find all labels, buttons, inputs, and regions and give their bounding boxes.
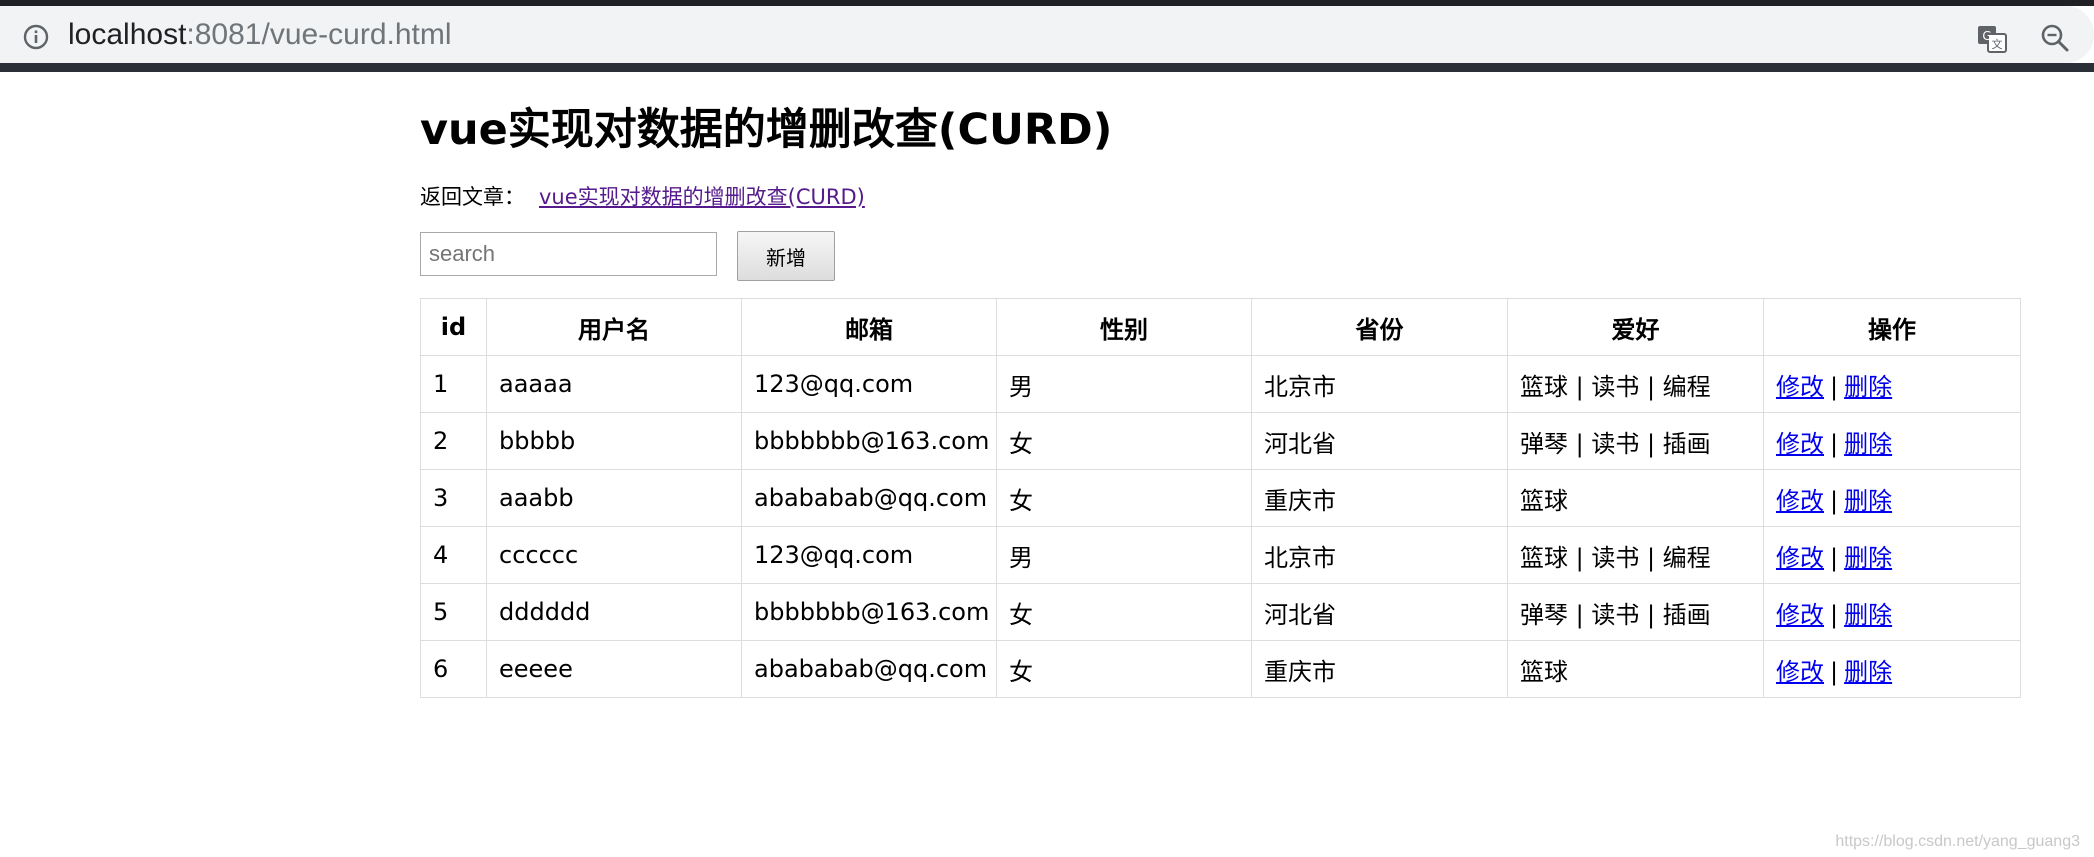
delete-link[interactable]: 删除 (1844, 487, 1892, 515)
cell-operations: 修改 | 删除 (1763, 412, 2021, 470)
table-row: 4 cccccc 123@qq.com 男北京市 篮球 | 读书 | 编程 修改 | 删除 (420, 526, 2021, 584)
op-separator: | (1830, 600, 1839, 629)
cell-id: 4 (420, 526, 487, 584)
header-hobbies: 爱好 (1507, 298, 1764, 356)
cell-hobbies: 弹琴 | 读书 | 插画 (1507, 412, 1764, 470)
cell-email: 123@qq.com (741, 526, 997, 584)
cell-province: 河北省 (1251, 583, 1508, 641)
header-gender: 性别 (996, 298, 1252, 356)
user-table: id 用户名 邮箱 性别 省份 爱好 操作 1 aaaaa 123@qq.com 男北… (420, 298, 2021, 698)
zoom-out-icon[interactable] (2040, 23, 2070, 53)
cell-email: 123@qq.com (741, 355, 997, 413)
cell-id: 6 (420, 640, 487, 698)
header-id: id (420, 298, 487, 356)
table-row: 1 aaaaa 123@qq.com 男北京市 篮球 | 读书 | 编程 修改 | 删除 (420, 355, 2021, 413)
cell-gender: 女 (996, 583, 1252, 641)
cell-province: 北京市 (1251, 355, 1508, 413)
delete-link[interactable]: 删除 (1844, 658, 1892, 686)
header-province: 省份 (1251, 298, 1508, 356)
cell-email: bbbbbbb@163.com (741, 412, 997, 470)
cell-hobbies: 篮球 | 读书 | 编程 (1507, 355, 1764, 413)
cell-province: 河北省 (1251, 412, 1508, 470)
cell-province: 重庆市 (1251, 640, 1508, 698)
cell-gender: 女 (996, 469, 1252, 527)
delete-link[interactable]: 删除 (1844, 373, 1892, 401)
table-row: 6 eeeee abababab@qq.com 女重庆市 篮球 修改 | 删除 (420, 640, 2021, 698)
edit-link[interactable]: 修改 (1776, 544, 1824, 572)
cell-id: 5 (420, 583, 487, 641)
cell-email: abababab@qq.com (741, 640, 997, 698)
op-separator: | (1830, 486, 1839, 515)
cell-id: 3 (420, 469, 487, 527)
cell-username: cccccc (486, 526, 742, 584)
table-row: 2 bbbbb bbbbbbb@163.com 女河北省 弹琴 | 读书 | 插画 修改 |… (420, 412, 2021, 470)
add-button[interactable]: 新增 (737, 231, 835, 281)
cell-hobbies: 弹琴 | 读书 | 插画 (1507, 583, 1764, 641)
cell-operations: 修改 | 删除 (1763, 640, 2021, 698)
table-row: 3 aaabb abababab@qq.com 女重庆市 篮球 修改 | 删除 (420, 469, 2021, 527)
op-separator: | (1830, 429, 1839, 458)
cell-id: 1 (420, 355, 487, 413)
cell-hobbies: 篮球 (1507, 640, 1764, 698)
watermark: https://blog.csdn.net/yang_guang3 (1835, 833, 2080, 850)
table-row: 5 dddddd bbbbbbb@163.com 女河北省 弹琴 | 读书 | 插画 修改… (420, 583, 2021, 641)
edit-link[interactable]: 修改 (1776, 658, 1824, 686)
info-icon[interactable] (22, 23, 50, 51)
cell-gender: 男 (996, 526, 1252, 584)
back-to-article-row: 返回文章： vue实现对数据的增删改查(CURD) (420, 182, 865, 212)
cell-username: eeeee (486, 640, 742, 698)
cell-province: 北京市 (1251, 526, 1508, 584)
cell-operations: 修改 | 删除 (1763, 469, 2021, 527)
cell-email: abababab@qq.com (741, 469, 997, 527)
cell-username: bbbbb (486, 412, 742, 470)
translate-icon[interactable]: G 文 (1976, 23, 2008, 55)
cell-operations: 修改 | 删除 (1763, 526, 2021, 584)
cell-gender: 女 (996, 640, 1252, 698)
cell-operations: 修改 | 删除 (1763, 583, 2021, 641)
cell-email: bbbbbbb@163.com (741, 583, 997, 641)
edit-link[interactable]: 修改 (1776, 373, 1824, 401)
cell-username: dddddd (486, 583, 742, 641)
header-email: 邮箱 (741, 298, 997, 356)
table-header-row: id 用户名 邮箱 性别 省份 爱好 操作 (420, 298, 2021, 356)
cell-gender: 女 (996, 412, 1252, 470)
back-label: 返回文章： (420, 185, 525, 209)
cell-username: aaabb (486, 469, 742, 527)
header-username: 用户名 (486, 298, 742, 356)
cell-gender: 男 (996, 355, 1252, 413)
cell-id: 2 (420, 412, 487, 470)
op-separator: | (1830, 372, 1839, 401)
url-text[interactable]: localhost:8081/vue-curd.html (68, 18, 452, 52)
op-separator: | (1830, 543, 1839, 572)
cell-hobbies: 篮球 | 读书 | 编程 (1507, 526, 1764, 584)
edit-link[interactable]: 修改 (1776, 430, 1824, 458)
delete-link[interactable]: 删除 (1844, 601, 1892, 629)
page-title: vue实现对数据的增删改查(CURD) (420, 105, 1113, 155)
edit-link[interactable]: 修改 (1776, 487, 1824, 515)
cell-hobbies: 篮球 (1507, 469, 1764, 527)
delete-link[interactable]: 删除 (1844, 430, 1892, 458)
op-separator: | (1830, 657, 1839, 686)
search-input[interactable] (420, 232, 717, 276)
url-host: localhost (68, 18, 187, 51)
svg-text:G: G (1982, 29, 1991, 43)
back-article-link[interactable]: vue实现对数据的增删改查(CURD) (539, 185, 865, 209)
url-path: :8081/vue-curd.html (186, 18, 452, 51)
cell-province: 重庆市 (1251, 469, 1508, 527)
delete-link[interactable]: 删除 (1844, 544, 1892, 572)
browser-divider (0, 63, 2094, 72)
cell-operations: 修改 | 删除 (1763, 355, 2021, 413)
cell-username: aaaaa (486, 355, 742, 413)
table-body: 1 aaaaa 123@qq.com 男北京市 篮球 | 读书 | 编程 修改 | 删除 2 bb… (420, 355, 2021, 698)
edit-link[interactable]: 修改 (1776, 601, 1824, 629)
url-row: localhost:8081/vue-curd.html G 文 (0, 6, 2094, 63)
header-operations: 操作 (1763, 298, 2021, 356)
svg-text:文: 文 (1992, 37, 2003, 51)
